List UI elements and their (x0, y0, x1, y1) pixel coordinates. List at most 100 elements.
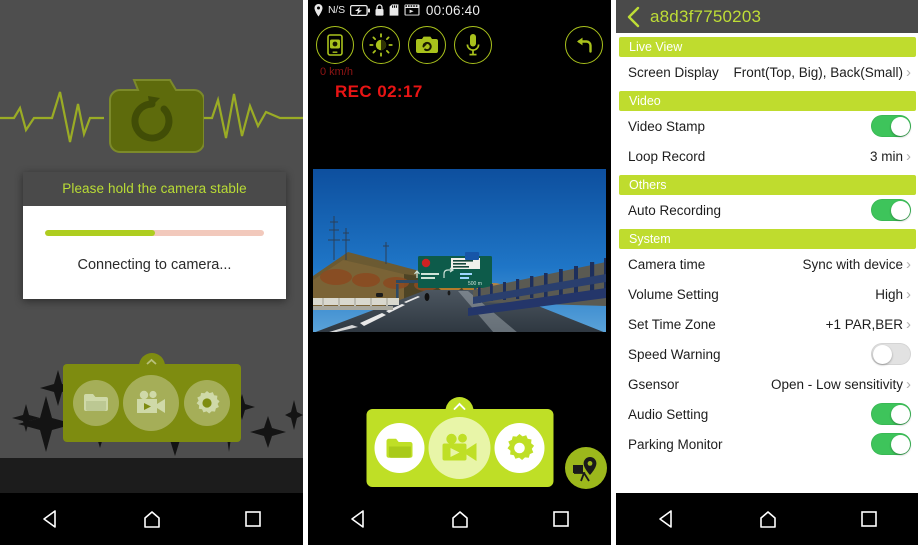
settings-row-label: Auto Recording (628, 202, 722, 218)
toggle-knob (890, 404, 910, 424)
nav-recents-button[interactable] (535, 499, 587, 539)
settings-row[interactable]: Auto Recording (616, 195, 918, 225)
connecting-stage: Please hold the camera stable Connecting… (0, 0, 303, 463)
camera-control-row (308, 23, 611, 67)
svg-text:500 m: 500 m (468, 281, 482, 287)
toggle-switch[interactable] (871, 115, 911, 137)
nav-back-button[interactable] (333, 499, 385, 539)
settings-row-label: Speed Warning (628, 346, 721, 362)
toggle-switch[interactable] (871, 343, 911, 365)
back-arrow-icon (577, 37, 592, 53)
android-navbar (616, 493, 918, 545)
dialog-message: Connecting to camera... (77, 257, 232, 273)
map-button[interactable] (565, 447, 607, 489)
toggle-knob (890, 200, 910, 220)
nav-home-button[interactable] (742, 499, 794, 539)
settings-row-control (871, 343, 911, 365)
settings-list[interactable]: Live View Screen Display Front(Top, Big), … (616, 33, 918, 493)
phone-snapshot-icon (327, 34, 343, 56)
settings-row-label: Gsensor (628, 376, 680, 392)
nav-recents-button[interactable] (843, 499, 895, 539)
settings-row[interactable]: Video Stamp (616, 111, 918, 141)
recording-clock: 00:06:40 (425, 2, 481, 18)
back-triangle-icon (42, 510, 56, 528)
toggle-switch[interactable] (871, 199, 911, 221)
phone-snapshot-button[interactable] (316, 26, 354, 64)
toolbar-item-liveview[interactable] (428, 417, 491, 479)
settings-row-control: 3 min › (870, 149, 911, 164)
toolbar-item-liveview (123, 375, 180, 431)
camera-switch-icon (416, 36, 438, 53)
toggle-switch[interactable] (871, 403, 911, 425)
folder-icon (386, 438, 413, 458)
section-header: Live View (619, 37, 916, 57)
chevron-right-icon: › (906, 255, 911, 273)
settings-row[interactable]: Screen Display Front(Top, Big), Back(Smal… (616, 57, 918, 87)
settings-row-control: Front(Top, Big), Back(Small) › (733, 65, 911, 80)
video-camera-icon (137, 390, 166, 413)
chevron-up-icon (146, 358, 157, 365)
progress-bar (45, 230, 264, 236)
settings-row-label: Set Time Zone (628, 316, 716, 332)
settings-row[interactable]: Speed Warning (616, 339, 918, 369)
chevron-right-icon: › (906, 63, 911, 81)
section-header: Video (619, 91, 916, 111)
brightness-icon (369, 33, 393, 57)
settings-row[interactable]: Audio Setting (616, 399, 918, 429)
speed-readout: 0 km/h (320, 66, 354, 78)
settings-row[interactable]: Gsensor Open - Low sensitivity › (616, 369, 918, 399)
chevron-right-icon: › (906, 285, 911, 303)
toolbar-item-settings[interactable] (494, 423, 545, 473)
toggle-switch[interactable] (871, 433, 911, 455)
location-pin-icon (314, 3, 323, 16)
map-pin-icon (573, 457, 597, 482)
toolbar-disabled (62, 353, 241, 442)
microphone-icon (466, 34, 480, 56)
toolbar-item-files (72, 380, 119, 426)
settings-row-control: Open - Low sensitivity › (771, 377, 911, 392)
brightness-button[interactable] (362, 26, 400, 64)
battery-charging-icon (349, 4, 370, 16)
settings-row-label: Screen Display (628, 64, 719, 80)
back-button[interactable] (565, 26, 603, 64)
toolbar-item-files[interactable] (374, 423, 425, 473)
chevron-right-icon: › (906, 375, 911, 393)
microphone-button[interactable] (454, 26, 492, 64)
nav-back-button[interactable] (641, 499, 693, 539)
gear-icon (507, 434, 535, 460)
settings-row[interactable]: Camera time Sync with device › (616, 249, 918, 279)
live-video-preview[interactable]: 500 m (308, 156, 611, 346)
home-icon (451, 511, 468, 528)
chevron-left-icon[interactable] (626, 6, 642, 28)
settings-row-label: Camera time (628, 256, 706, 272)
toolbar-item-settings (184, 380, 231, 426)
settings-row[interactable]: Set Time Zone +1 PAR,BER › (616, 309, 918, 339)
gps-status-label: N/S (328, 4, 345, 16)
settings-row[interactable]: Parking Monitor (616, 429, 918, 459)
toggle-knob (890, 434, 910, 454)
settings-row[interactable]: Loop Record 3 min › (616, 141, 918, 171)
settings-row-control (871, 199, 911, 221)
chevron-right-icon: › (906, 147, 911, 165)
settings-row-control: Sync with device › (802, 257, 911, 272)
nav-back-button[interactable] (25, 499, 77, 539)
chevron-right-icon: › (906, 315, 911, 333)
camera-status-bar: N/S 00:06:40 (308, 0, 611, 20)
camera-refresh-icon (108, 79, 204, 153)
settings-row-value: Front(Top, Big), Back(Small) (733, 64, 903, 80)
settings-row-control: +1 PAR,BER › (826, 317, 911, 332)
nav-recents-button[interactable] (227, 499, 279, 539)
dashcam-road-scene: 500 m (308, 156, 611, 346)
settings-row-label: Parking Monitor (628, 436, 723, 452)
nav-home-button[interactable] (434, 499, 486, 539)
recents-square-icon (552, 511, 569, 527)
toolbar-collapse-handle[interactable] (445, 397, 474, 411)
dialog-title: Please hold the camera stable (23, 172, 286, 206)
camera-switch-button[interactable] (408, 26, 446, 64)
settings-row-label: Video Stamp (628, 118, 706, 134)
settings-row[interactable]: Volume Setting High › (616, 279, 918, 309)
nav-home-button[interactable] (126, 499, 178, 539)
toggle-knob (872, 344, 892, 364)
connecting-dialog: Please hold the camera stable Connecting… (23, 172, 286, 299)
android-navbar (308, 493, 611, 545)
